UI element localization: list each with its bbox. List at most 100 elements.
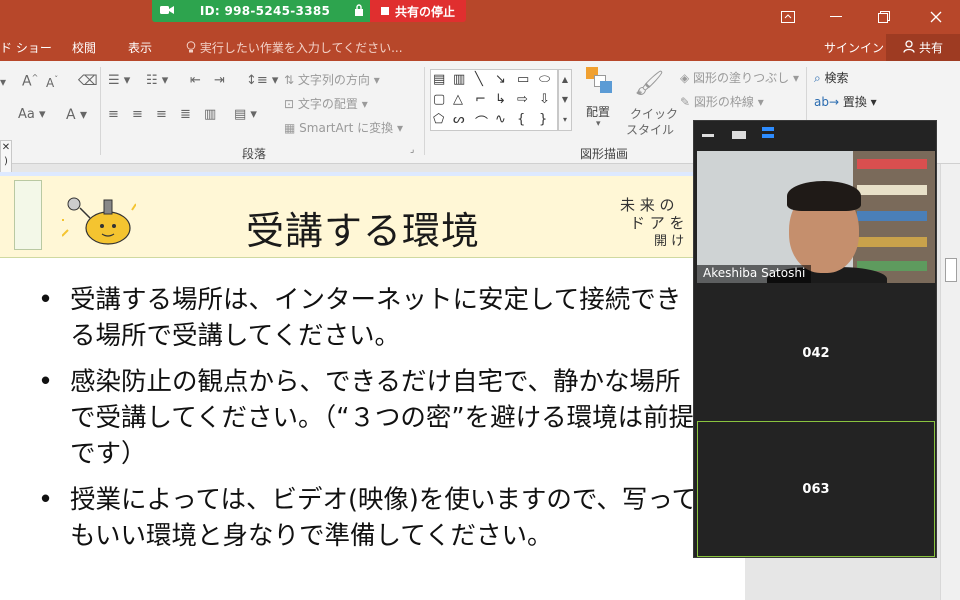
arrange-dropdown-icon[interactable]: ▾ <box>596 119 601 129</box>
freeform-shape-icon[interactable]: ᔕ <box>453 112 465 127</box>
group-separator <box>100 67 101 155</box>
speaker-video[interactable] <box>697 151 935 283</box>
stop-share-label: 共有の停止 <box>394 4 455 19</box>
smartart-label: SmartArt に変換 <box>299 121 394 135</box>
restore-icon[interactable] <box>860 0 908 34</box>
shapes-gallery-scroll[interactable]: ▲ ▼ ▾ <box>558 69 572 131</box>
slide-banner: 受講する環境 未 来 の ド ア を 開 け <box>0 172 745 258</box>
text-direction-icon: ⇅ <box>284 73 298 87</box>
elbow-connector-shape-icon[interactable]: ⌐ <box>475 92 486 107</box>
tell-me-search[interactable]: 実行したい作業を入力してください... <box>186 39 403 56</box>
gallery-strip-icon[interactable] <box>762 127 774 138</box>
change-case-icon[interactable]: Aa ▾ <box>18 107 46 122</box>
decrease-indent-icon[interactable]: ⇤ <box>190 73 201 88</box>
line-shape-icon[interactable]: ╲ <box>475 72 483 87</box>
gallery-more-icon[interactable]: ▾ <box>559 110 571 130</box>
justify-icon[interactable]: ≣ <box>180 107 191 122</box>
right-arrow-shape-icon[interactable]: ⇨ <box>517 92 528 107</box>
arc-shape-icon[interactable]: ⌒ <box>475 112 488 131</box>
bullets-icon[interactable]: ☰ ▾ <box>108 73 130 88</box>
shape-fill-button[interactable]: ◈ 図形の塗りつぶし ▾ <box>680 69 799 86</box>
font-size-dropdown-stub[interactable]: ▾ <box>0 75 6 89</box>
minimize-video-icon[interactable] <box>702 134 714 137</box>
down-arrow-shape-icon[interactable]: ⇩ <box>539 92 550 107</box>
minimize-icon[interactable] <box>812 0 860 34</box>
video-camera-icon <box>152 4 182 18</box>
scroll-thumb[interactable] <box>945 258 957 282</box>
align-center-icon[interactable]: ≡ <box>132 107 143 122</box>
gallery-down-icon[interactable]: ▼ <box>559 90 571 110</box>
bent-arrow-shape-icon[interactable]: ↳ <box>495 92 506 107</box>
quick-style-label-2[interactable]: スタイル <box>626 121 674 138</box>
find-label: 検索 <box>824 71 849 85</box>
oval-shape-icon[interactable]: ⬭ <box>539 72 550 87</box>
decrease-font-icon[interactable]: Aˇ <box>46 75 58 90</box>
slide-canvas[interactable]: 受講する環境 未 来 の ド ア を 開 け 受講する場所は、インターネットに安… <box>0 172 745 600</box>
meeting-id: ID: 998-5245-3385 <box>199 4 331 18</box>
shape-outline-button[interactable]: ✎ 図形の枠線 ▾ <box>680 93 764 110</box>
shapes-gallery[interactable]: ▤ ▥ ╲ ↘ ▭ ⬭ ▢ △ ⌐ ↳ ⇨ ⇩ ⬠ ᔕ ⌒ ∿ { } <box>430 69 558 131</box>
font-color-icon[interactable]: A ▾ <box>66 107 87 123</box>
video-panel-toolbar <box>694 121 938 149</box>
curve-shape-icon[interactable]: ∿ <box>495 112 506 127</box>
distribute-icon[interactable]: ▥ <box>204 107 216 122</box>
left-brace-shape-icon[interactable]: { <box>517 112 525 127</box>
speaker-name-label: Akeshiba Satoshi <box>697 265 812 283</box>
flowchart-shape-icon[interactable]: ⬠ <box>433 112 444 127</box>
tab-slideshow[interactable]: ド ショー <box>0 39 52 56</box>
right-brace-shape-icon[interactable]: } <box>539 112 547 127</box>
clear-format-icon[interactable]: ⌫ <box>78 73 98 89</box>
textbox-shape-icon[interactable]: ▤ <box>433 72 445 87</box>
share-button[interactable]: 共有 <box>886 34 960 61</box>
dialog-launcher-icon[interactable]: ⌟ <box>410 145 414 155</box>
arrow-line-shape-icon[interactable]: ↘ <box>495 72 506 87</box>
pane-handle-icon: ) <box>4 156 8 167</box>
person-icon <box>903 39 915 56</box>
arrange-button[interactable]: 配置 <box>586 103 610 120</box>
participant-name: 063 <box>802 481 830 497</box>
align-left-icon[interactable]: ≡ <box>108 107 119 122</box>
sign-in-link[interactable]: サインイン <box>824 39 884 56</box>
person-hair <box>787 181 861 211</box>
text-direction-button[interactable]: ⇅ 文字列の方向 ▾ <box>284 71 380 88</box>
meeting-id-pill[interactable]: ID: 998-5245-3385 <box>152 0 370 22</box>
align-right-icon[interactable]: ≡ <box>156 107 167 122</box>
pane-close-icon[interactable]: ✕ <box>1 141 11 155</box>
shape-fill-label: 図形の塗りつぶし <box>693 71 790 85</box>
triangle-shape-icon[interactable]: △ <box>453 92 463 107</box>
speaker-view-icon[interactable] <box>732 131 746 139</box>
gallery-up-icon[interactable]: ▲ <box>559 70 571 90</box>
bookshelf <box>853 151 935 283</box>
quick-style-icon: 🖌 <box>634 69 665 97</box>
align-text-button[interactable]: ⊡ 文字の配置 ▾ <box>284 95 368 112</box>
find-button[interactable]: ⌕ 検索 <box>814 69 849 86</box>
zoom-video-panel: Akeshiba Satoshi 042 063 <box>693 120 937 558</box>
columns-icon[interactable]: ▤ ▾ <box>234 107 257 122</box>
close-icon[interactable] <box>912 0 960 34</box>
increase-font-icon[interactable]: A^ <box>22 73 38 90</box>
pen-icon: ✎ <box>680 95 694 109</box>
smartart-icon: ▦ <box>284 121 300 135</box>
ribbon-display-options-icon[interactable] <box>764 0 812 34</box>
smartart-button[interactable]: ▦ SmartArt に変換 ▾ <box>284 119 403 136</box>
title-bar: ID: 998-5245-3385 共有の停止 <box>0 0 960 34</box>
lightbulb-icon <box>186 41 200 55</box>
slide-title: 受講する環境 <box>246 209 481 253</box>
replace-label: 置換 <box>842 95 867 109</box>
line-spacing-icon[interactable]: ↕≡ ▾ <box>246 73 278 88</box>
stop-share-button[interactable]: 共有の停止 <box>370 0 466 22</box>
tab-review[interactable]: 校閲 <box>72 39 96 56</box>
vertical-scrollbar[interactable] <box>940 164 960 600</box>
increase-indent-icon[interactable]: ⇥ <box>214 73 225 88</box>
rectangle-shape-icon[interactable]: ▭ <box>517 72 529 87</box>
replace-button[interactable]: ab→ 置換 ▾ <box>814 93 877 110</box>
numbering-icon[interactable]: ☷ ▾ <box>146 73 168 88</box>
participant-tile[interactable]: 042 <box>697 285 935 421</box>
rounded-rect-shape-icon[interactable]: ▢ <box>433 92 445 107</box>
vertical-textbox-shape-icon[interactable]: ▥ <box>453 72 465 87</box>
tab-view[interactable]: 表示 <box>128 39 152 56</box>
key-mascot-icon <box>62 197 136 245</box>
participant-tile-active[interactable]: 063 <box>697 421 935 557</box>
quick-style-label-1[interactable]: クイック <box>630 105 678 122</box>
replace-icon: ab→ <box>814 95 843 109</box>
